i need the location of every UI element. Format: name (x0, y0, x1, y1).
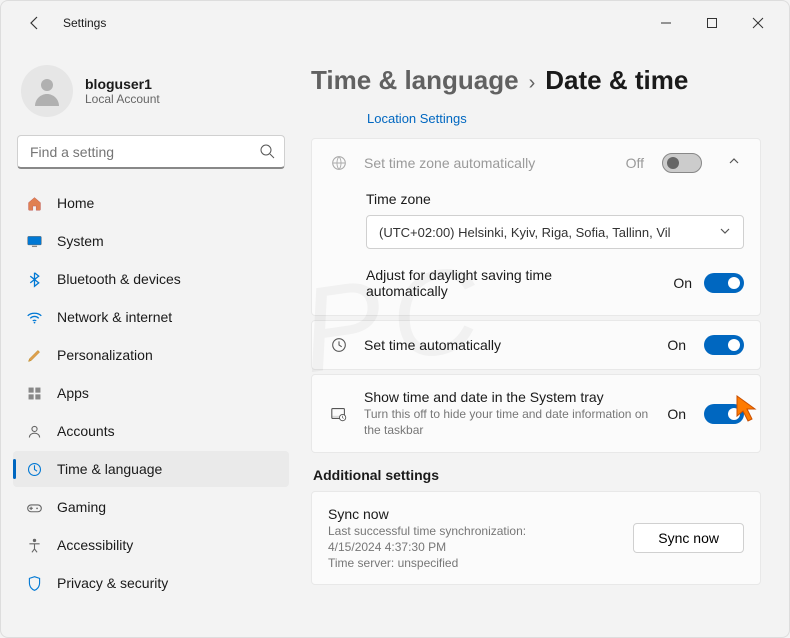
sidebar-item-privacy[interactable]: Privacy & security (13, 565, 289, 601)
setting-label: Set time automatically (364, 337, 653, 353)
system-tray-toggle[interactable] (704, 404, 744, 424)
timezone-auto-card: Set time zone automatically Off Time zon… (311, 138, 761, 316)
window-title: Settings (63, 16, 106, 30)
user-subtitle: Local Account (85, 92, 160, 106)
maximize-button[interactable] (689, 6, 735, 40)
sync-timestamp: 4/15/2024 4:37:30 PM (328, 540, 526, 554)
close-button[interactable] (735, 6, 781, 40)
chevron-right-icon: › (529, 72, 536, 95)
sidebar-item-label: System (57, 233, 104, 249)
timezone-value: (UTC+02:00) Helsinki, Kyiv, Riga, Sofia,… (379, 225, 671, 240)
chevron-down-icon (719, 225, 731, 240)
toggle-state: On (667, 337, 686, 353)
sidebar-item-system[interactable]: System (13, 223, 289, 259)
sidebar-item-label: Apps (57, 385, 89, 401)
sidebar-item-label: Home (57, 195, 94, 211)
time-auto-card: Set time automatically On (311, 320, 761, 370)
paintbrush-icon (25, 346, 43, 364)
user-profile[interactable]: bloguser1 Local Account (13, 59, 289, 135)
home-icon (25, 194, 43, 212)
toggle-state: Off (626, 155, 644, 171)
timezone-select[interactable]: (UTC+02:00) Helsinki, Kyiv, Riga, Sofia,… (366, 215, 744, 249)
sidebar-item-label: Privacy & security (57, 575, 168, 591)
location-settings-link[interactable]: Location Settings (367, 111, 467, 126)
bluetooth-icon (25, 270, 43, 288)
toggle-state: On (673, 275, 692, 291)
taskbar-icon (328, 405, 350, 423)
timezone-label: Time zone (366, 191, 744, 207)
system-tray-card: Show time and date in the System tray Tu… (311, 374, 761, 453)
avatar-icon (21, 65, 73, 117)
sidebar-item-gaming[interactable]: Gaming (13, 489, 289, 525)
timezone-auto-toggle[interactable] (662, 153, 702, 173)
setting-sublabel: Turn this off to hide your time and date… (364, 407, 653, 438)
sidebar-item-label: Accounts (57, 423, 115, 439)
wifi-icon (25, 308, 43, 326)
sidebar-item-network[interactable]: Network & internet (13, 299, 289, 335)
search-input[interactable] (17, 135, 285, 169)
gaming-icon (25, 498, 43, 516)
sidebar-item-home[interactable]: Home (13, 185, 289, 221)
accounts-icon (25, 422, 43, 440)
accessibility-icon (25, 536, 43, 554)
sidebar-item-personalization[interactable]: Personalization (13, 337, 289, 373)
setting-label: Show time and date in the System tray (364, 389, 653, 405)
sidebar-item-accounts[interactable]: Accounts (13, 413, 289, 449)
system-icon (25, 232, 43, 250)
page-title: Date & time (545, 65, 688, 96)
shield-icon (25, 574, 43, 592)
globe-icon (328, 154, 350, 172)
chevron-up-icon[interactable] (724, 154, 744, 173)
sync-card: Sync now Last successful time synchroniz… (311, 491, 761, 585)
breadcrumb-parent[interactable]: Time & language (311, 65, 519, 96)
breadcrumb: Time & language › Date & time (311, 65, 761, 96)
sidebar-item-accessibility[interactable]: Accessibility (13, 527, 289, 563)
sync-now-button[interactable]: Sync now (633, 523, 744, 553)
sidebar-item-label: Accessibility (57, 537, 133, 553)
section-heading: Additional settings (313, 467, 761, 483)
minimize-button[interactable] (643, 6, 689, 40)
sidebar-item-label: Time & language (57, 461, 162, 477)
apps-icon (25, 384, 43, 402)
sync-server: Time server: unspecified (328, 556, 526, 570)
sync-info: Last successful time synchronization: (328, 524, 526, 538)
toggle-state: On (667, 406, 686, 422)
sync-title: Sync now (328, 506, 526, 522)
time-language-icon (25, 460, 43, 478)
clock-icon (328, 336, 350, 354)
search-icon (259, 143, 275, 164)
sidebar-item-apps[interactable]: Apps (13, 375, 289, 411)
sidebar-item-label: Gaming (57, 499, 106, 515)
sidebar-item-time-language[interactable]: Time & language (13, 451, 289, 487)
dst-label: Adjust for daylight saving time automati… (366, 267, 606, 299)
dst-toggle[interactable] (704, 273, 744, 293)
sidebar-item-label: Personalization (57, 347, 153, 363)
setting-label: Set time zone automatically (364, 155, 612, 171)
time-auto-toggle[interactable] (704, 335, 744, 355)
user-name: bloguser1 (85, 76, 160, 92)
sidebar-item-bluetooth[interactable]: Bluetooth & devices (13, 261, 289, 297)
back-button[interactable] (19, 7, 51, 39)
sidebar-item-label: Network & internet (57, 309, 172, 325)
sidebar-item-label: Bluetooth & devices (57, 271, 181, 287)
